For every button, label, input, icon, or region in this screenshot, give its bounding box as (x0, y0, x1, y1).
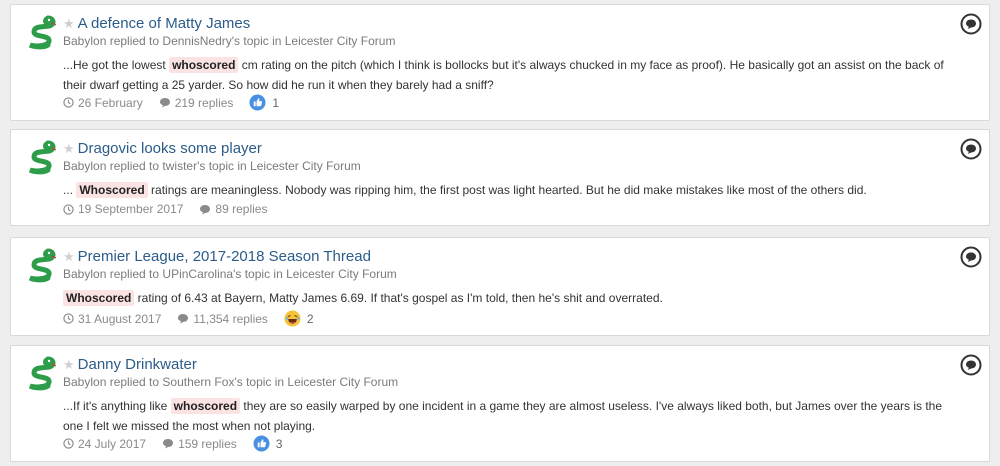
date-stat: 31 August 2017 (63, 312, 161, 326)
result-card: ★ Dragovic looks some player Babylon rep… (10, 129, 990, 226)
result-snippet: ...If it's anything like whoscored they … (63, 396, 963, 436)
result-date: 31 August 2017 (78, 311, 162, 326)
replies-stat: 219 replies (159, 95, 234, 110)
reaction-count: 1 (272, 95, 280, 110)
result-title-link[interactable]: Dragovic looks some player (78, 140, 262, 158)
reaction[interactable]: 3 (253, 435, 283, 452)
result-replies: 219 replies (174, 95, 234, 110)
result-title-row: ★ A defence of Matty James (63, 15, 250, 33)
result-meta: Babylon replied to twister's topic in Le… (63, 159, 361, 173)
result-title-link[interactable]: Danny Drinkwater (78, 356, 197, 374)
result-title-row: ★ Dragovic looks some player (63, 140, 262, 158)
snippet-text: ... (63, 183, 77, 197)
result-card: ★ A defence of Matty James Babylon repli… (10, 4, 990, 121)
result-snippet: ... Whoscored ratings are meaningless. N… (63, 180, 963, 200)
clock-icon (63, 203, 74, 215)
date-stat: 19 September 2017 (63, 202, 183, 216)
replies-stat: 11,354 replies (177, 312, 268, 326)
result-card: ★ Danny Drinkwater Babylon replied to So… (10, 345, 990, 462)
snake-avatar[interactable] (24, 355, 58, 391)
replies-stat: 159 replies (162, 437, 237, 451)
star-icon[interactable]: ★ (63, 358, 75, 372)
reaction-count: 3 (275, 436, 283, 451)
result-card: ★ Premier League, 2017-2018 Season Threa… (10, 237, 990, 336)
result-snippet: Whoscored rating of 6.43 at Bayern, Matt… (63, 288, 963, 308)
reaction-count: 2 (306, 311, 314, 326)
thumbs-up-icon (253, 435, 270, 452)
result-date: 19 September 2017 (78, 202, 184, 216)
replies-stat: 89 replies (199, 202, 267, 216)
snake-avatar[interactable] (24, 247, 58, 283)
snippet-text: ...He got the lowest (63, 58, 170, 72)
snake-avatar[interactable] (24, 139, 58, 175)
result-stats: 31 August 2017 11,354 replies 2 (63, 310, 314, 327)
search-highlight: whoscored (169, 57, 239, 73)
date-stat: 26 February (63, 96, 143, 110)
search-highlight: Whoscored (63, 290, 135, 306)
result-stats: 24 July 2017 159 replies 3 (63, 435, 282, 452)
result-replies: 89 replies (215, 202, 268, 216)
result-replies: 159 replies (178, 436, 237, 451)
result-title-row: ★ Danny Drinkwater (63, 356, 197, 374)
speech-bubble-icon (163, 439, 174, 449)
reaction[interactable]: 2 (284, 310, 314, 327)
result-meta: Babylon replied to Southern Fox's topic … (63, 375, 399, 389)
clock-icon (63, 97, 74, 108)
star-icon[interactable]: ★ (63, 142, 75, 156)
clock-icon (63, 313, 74, 324)
thumbs-up-icon (249, 94, 266, 111)
snippet-text: rating of 6.43 at Bayern, Matty James 6.… (134, 291, 663, 305)
laughing-face-icon (284, 310, 301, 327)
result-title-link[interactable]: A defence of Matty James (78, 15, 251, 33)
result-snippet: ...He got the lowest whoscored cm rating… (63, 55, 963, 95)
search-highlight: Whoscored (76, 182, 148, 198)
snippet-text: ratings are meaningless. Nobody was ripp… (147, 183, 867, 197)
speech-bubble-icon (178, 314, 189, 324)
result-meta: Babylon replied to UPinCarolina's topic … (63, 267, 397, 281)
star-icon[interactable]: ★ (63, 17, 75, 31)
result-title-link[interactable]: Premier League, 2017-2018 Season Thread (78, 248, 371, 266)
search-highlight: whoscored (170, 398, 241, 414)
result-date: 24 July 2017 (78, 436, 147, 451)
star-icon[interactable]: ★ (63, 250, 75, 264)
speech-bubble-icon (159, 98, 170, 108)
clock-icon (63, 438, 74, 449)
reaction[interactable]: 1 (249, 94, 279, 111)
comment-icon[interactable] (960, 246, 982, 268)
result-replies: 11,354 replies (193, 311, 268, 326)
comment-icon[interactable] (960, 13, 982, 35)
result-meta: Babylon replied to DennisNedry's topic i… (63, 34, 396, 48)
result-stats: 26 February 219 replies 1 (63, 94, 279, 111)
result-stats: 19 September 2017 89 replies (63, 202, 283, 216)
result-title-row: ★ Premier League, 2017-2018 Season Threa… (63, 248, 371, 266)
result-date: 26 February (78, 95, 143, 110)
snippet-text: ...If it's anything like (63, 399, 171, 413)
comment-icon[interactable] (960, 138, 982, 160)
search-results: ★ A defence of Matty James Babylon repli… (0, 0, 1000, 466)
comment-icon[interactable] (960, 354, 982, 376)
snake-avatar[interactable] (24, 14, 58, 50)
date-stat: 24 July 2017 (63, 437, 146, 451)
speech-bubble-icon (200, 204, 211, 214)
